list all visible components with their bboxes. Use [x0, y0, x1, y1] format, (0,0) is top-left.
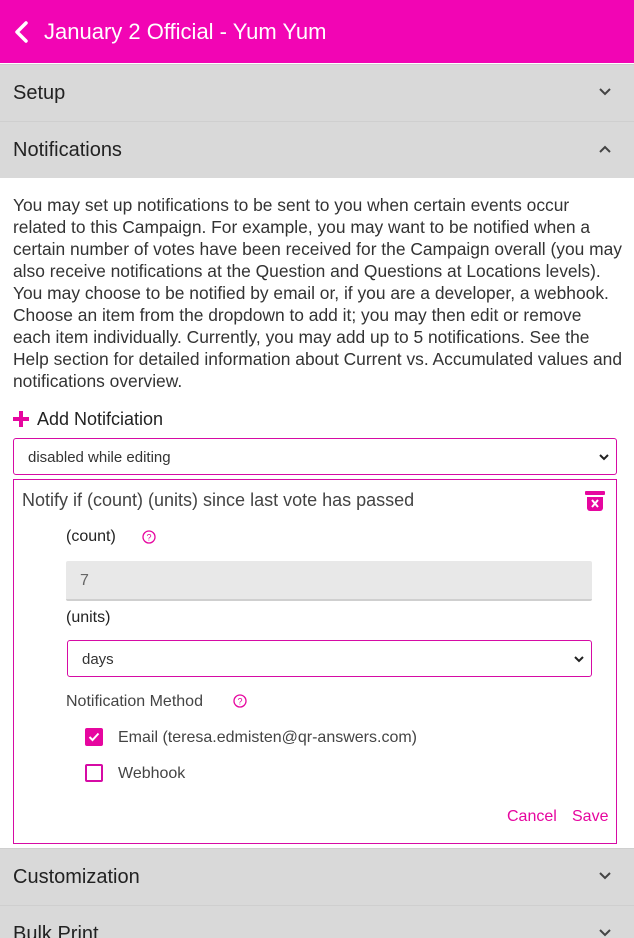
back-arrow-icon[interactable]: [12, 20, 32, 44]
add-notification-label: Add Notifciation: [37, 408, 164, 429]
count-value: 7: [80, 572, 89, 589]
section-notifications[interactable]: Notifications: [0, 121, 634, 178]
add-notification-select[interactable]: disabled while editing: [13, 438, 617, 475]
svg-text:?: ?: [237, 697, 242, 707]
notification-card: Notify if (count) (units) since last vot…: [13, 479, 617, 844]
count-input[interactable]: 7: [66, 561, 592, 601]
section-setup[interactable]: Setup: [0, 64, 634, 121]
section-setup-label: Setup: [13, 82, 66, 104]
save-button[interactable]: Save: [572, 808, 608, 826]
chevron-down-icon: [599, 929, 611, 937]
section-bulk-print-label: Bulk Print: [13, 923, 99, 938]
section-notifications-label: Notifications: [13, 139, 122, 161]
count-label: (count): [66, 528, 116, 545]
chevron-down-icon: [599, 872, 611, 880]
notification-method-label: Notification Method: [66, 693, 203, 710]
email-checkbox[interactable]: [85, 728, 103, 746]
help-icon[interactable]: ?: [233, 694, 247, 708]
notification-card-title: Notify if (count) (units) since last vot…: [22, 490, 415, 510]
section-bulk-print[interactable]: Bulk Print: [0, 905, 634, 938]
chevron-up-icon: [599, 145, 611, 153]
svg-text:?: ?: [146, 533, 151, 543]
cancel-button[interactable]: Cancel: [507, 808, 557, 826]
help-icon[interactable]: ?: [142, 530, 156, 544]
select-arrow-icon: [574, 656, 584, 663]
trash-icon[interactable]: [584, 490, 606, 512]
add-notification-select-value: disabled while editing: [28, 449, 171, 466]
section-customization-label: Customization: [13, 866, 140, 888]
webhook-label: Webhook: [118, 765, 186, 782]
select-arrow-icon: [599, 454, 609, 461]
units-label: (units): [66, 609, 111, 626]
page-title: January 2 Official - Yum Yum: [44, 19, 327, 44]
top-bar: January 2 Official - Yum Yum: [0, 0, 634, 63]
units-select[interactable]: days: [67, 640, 592, 677]
add-notification[interactable]: Add Notifciation: [13, 407, 163, 431]
webhook-checkbox[interactable]: [85, 764, 103, 782]
units-select-value: days: [82, 651, 114, 668]
chevron-down-icon: [599, 88, 611, 96]
plus-icon: [13, 411, 29, 427]
notifications-description: You may set up notifications to be sent …: [13, 195, 623, 391]
section-customization[interactable]: Customization: [0, 848, 634, 905]
checkmark-icon: [88, 732, 100, 742]
email-label: Email (teresa.edmisten@qr-answers.com): [118, 729, 417, 746]
